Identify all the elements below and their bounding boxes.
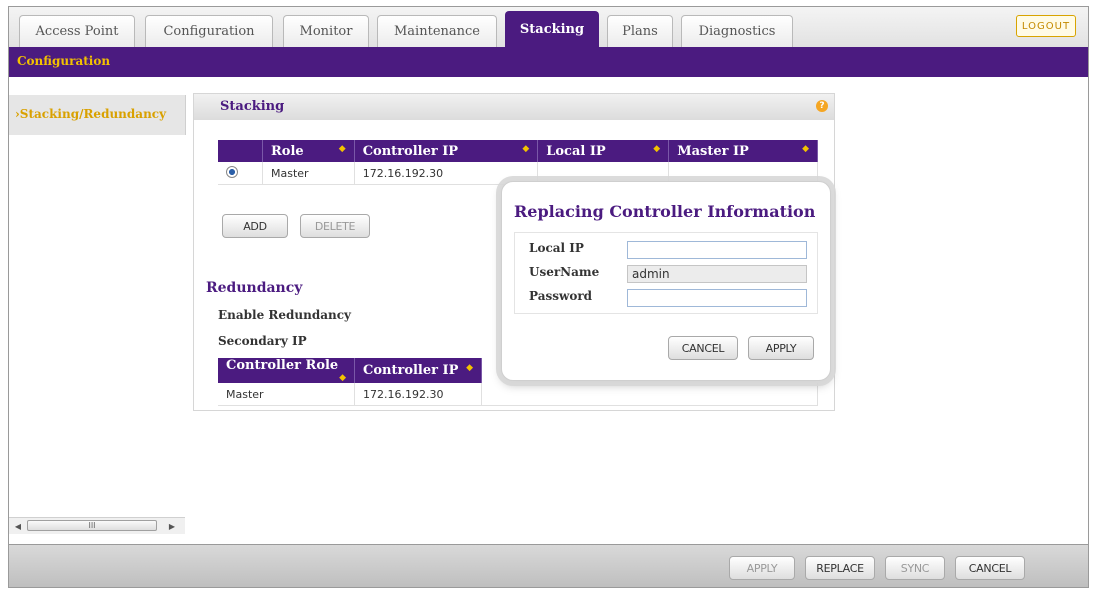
panel-header: Stacking ?: [194, 94, 834, 120]
stacking-table: Role ◆ Controller IP ◆ Local IP ◆ Master IP…: [218, 140, 818, 185]
controller-role-cell: Master: [218, 383, 355, 406]
row-radio-button[interactable]: [226, 165, 238, 178]
password-label: Password: [529, 289, 593, 303]
column-header-controller-ip[interactable]: Controller IP ◆: [354, 140, 539, 162]
table-row[interactable]: Master 172.16.192.30: [218, 383, 818, 406]
add-button[interactable]: ADD: [222, 214, 288, 238]
tab-maintenance[interactable]: Maintenance: [377, 15, 497, 47]
tab-diagnostics[interactable]: Diagnostics: [681, 15, 793, 47]
tab-configuration[interactable]: Configuration: [145, 15, 273, 47]
dialog-cancel-button[interactable]: CANCEL: [668, 336, 738, 360]
select-column-header: [218, 140, 263, 162]
replace-controller-dialog: Replacing Controller Information Local I…: [501, 181, 831, 381]
apply-button[interactable]: APPLY: [729, 556, 795, 580]
scroll-right-icon[interactable]: ▶: [165, 519, 179, 533]
tab-access-point[interactable]: Access Point: [19, 15, 135, 47]
left-navigation: ›Stacking/Redundancy: [9, 95, 186, 135]
dialog-apply-button[interactable]: APPLY: [748, 336, 814, 360]
password-field[interactable]: [627, 289, 807, 307]
sort-icon[interactable]: ◆: [339, 373, 346, 383]
sort-icon[interactable]: ◆: [466, 363, 473, 373]
logout-button[interactable]: LOGOUT: [1016, 15, 1076, 37]
tab-monitor[interactable]: Monitor: [283, 15, 369, 47]
table-header-row: Role ◆ Controller IP ◆ Local IP ◆ Master IP…: [218, 140, 818, 162]
sort-icon[interactable]: ◆: [339, 144, 346, 154]
dialog-form: Local IP UserName Password: [514, 232, 818, 314]
bottom-action-bar: APPLY REPLACE SYNC CANCEL: [9, 544, 1088, 587]
redundancy-section-title: Redundancy: [206, 280, 303, 296]
controller-ip-cell: 172.16.192.30: [354, 383, 482, 406]
column-header-master-ip[interactable]: Master IP ◆: [668, 140, 818, 162]
blank-cell: [481, 383, 818, 406]
column-header-local-ip[interactable]: Local IP ◆: [537, 140, 670, 162]
secondary-ip-label: Secondary IP: [218, 334, 307, 348]
delete-button[interactable]: DELETE: [300, 214, 370, 238]
sort-icon[interactable]: ◆: [802, 144, 809, 154]
column-header-controller-ip[interactable]: Controller IP ◆: [354, 358, 482, 383]
horizontal-scrollbar[interactable]: ◀ III ▶: [9, 517, 185, 534]
username-label: UserName: [529, 265, 600, 279]
column-header-controller-role[interactable]: Controller Role ◆: [218, 358, 355, 383]
enable-redundancy-label: Enable Redundancy: [218, 308, 352, 322]
subnav-configuration[interactable]: Configuration: [17, 54, 110, 68]
sync-button[interactable]: SYNC: [885, 556, 945, 580]
stacking-section-title: Stacking: [220, 99, 285, 114]
sub-navigation-bar: Configuration: [9, 47, 1088, 77]
cancel-button[interactable]: CANCEL: [955, 556, 1025, 580]
tab-stacking[interactable]: Stacking: [505, 11, 599, 47]
scroll-thumb[interactable]: III: [27, 520, 157, 531]
row-select-cell: [218, 162, 263, 185]
local-ip-field[interactable]: [627, 241, 807, 259]
column-header-role[interactable]: Role ◆: [262, 140, 355, 162]
sort-icon[interactable]: ◆: [522, 144, 529, 154]
main-tab-bar: Access Point Configuration Monitor Maint…: [9, 7, 1088, 47]
scroll-left-icon[interactable]: ◀: [11, 519, 25, 533]
help-icon[interactable]: ?: [816, 100, 828, 112]
app-window: Access Point Configuration Monitor Maint…: [8, 6, 1089, 588]
replace-button[interactable]: REPLACE: [805, 556, 875, 580]
sidebar-item-stacking-redundancy[interactable]: ›Stacking/Redundancy: [15, 107, 166, 121]
sort-icon[interactable]: ◆: [653, 144, 660, 154]
username-field[interactable]: [627, 265, 807, 283]
role-cell: Master: [262, 162, 355, 185]
dialog-title: Replacing Controller Information: [514, 202, 816, 221]
tab-plans[interactable]: Plans: [607, 15, 673, 47]
local-ip-label: Local IP: [529, 241, 584, 255]
